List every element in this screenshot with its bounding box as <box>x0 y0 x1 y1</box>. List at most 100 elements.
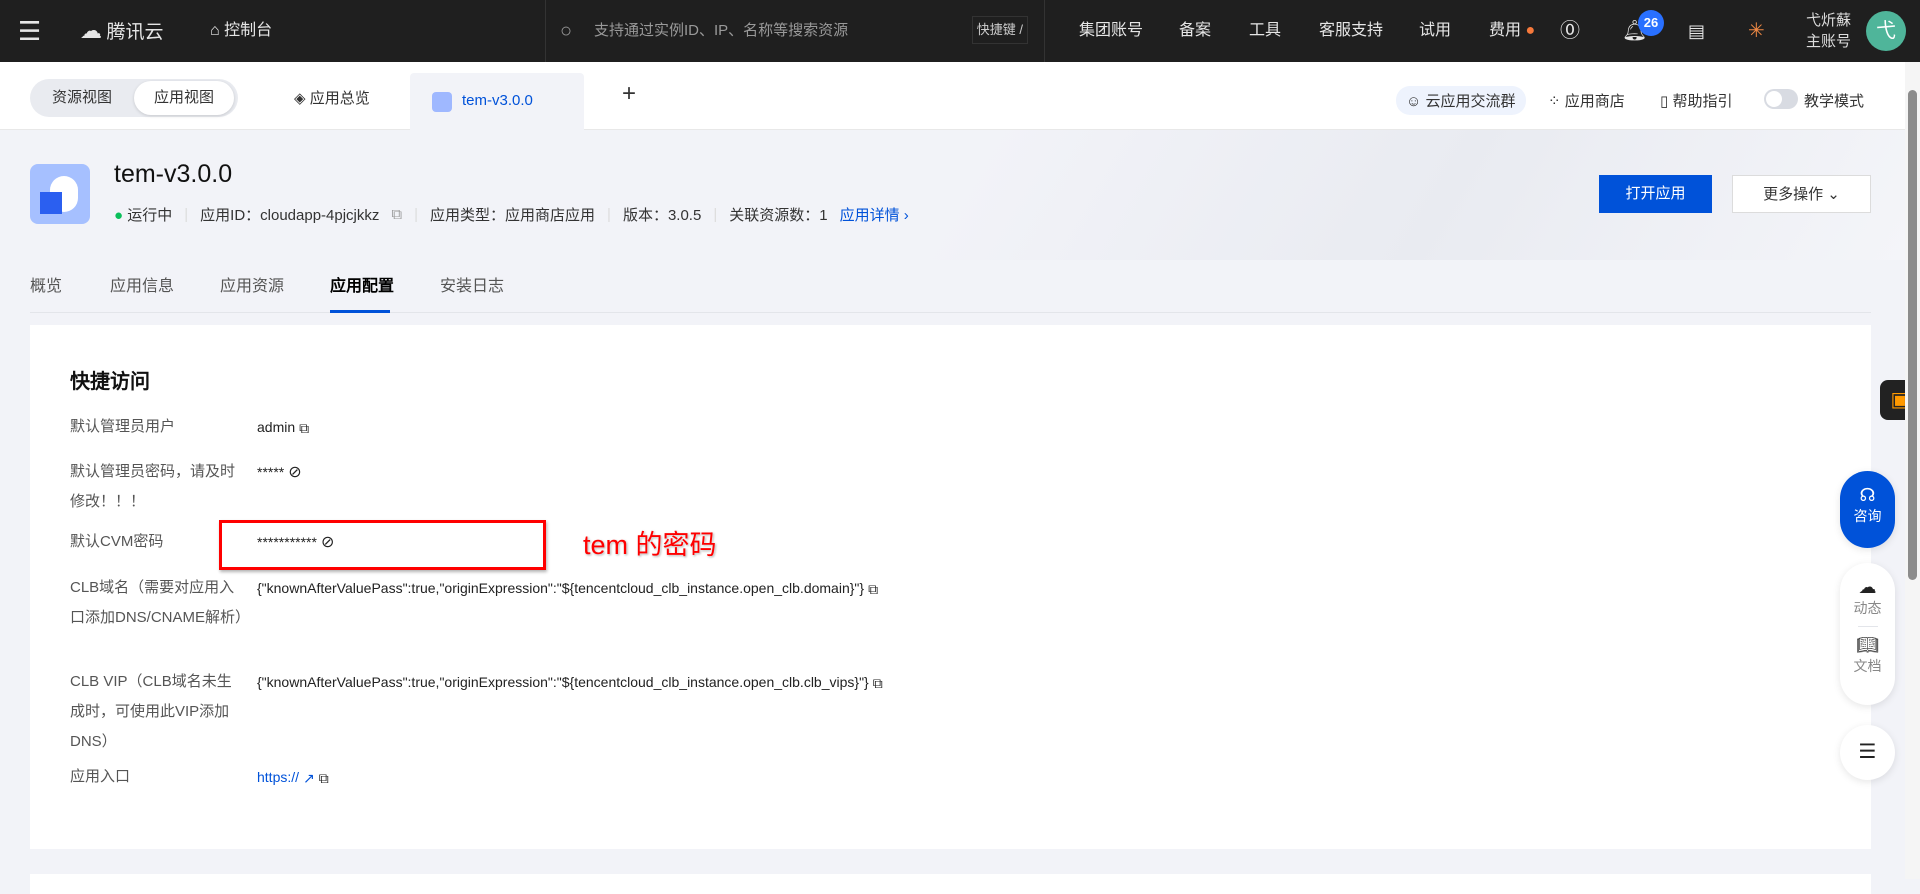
status-label: 运行中 <box>127 207 173 224</box>
app-entry-link[interactable]: https:// <box>257 769 299 785</box>
link-label: 帮助指引 <box>1672 93 1733 110</box>
copy-icon[interactable]: ⧉ <box>391 206 402 223</box>
nav-icp[interactable]: 备案 <box>1179 0 1211 62</box>
search-input[interactable]: 支持通过实例ID、IP、名称等搜索资源 <box>594 0 848 62</box>
ticket-icon[interactable]: ▤ <box>1688 0 1705 62</box>
copy-icon[interactable]: ⧉ <box>319 763 329 793</box>
top-navbar: ☰ ☁ 腾讯云 ⌂ 控制台 ○ 支持通过实例ID、IP、名称等搜索资源 快捷键 … <box>0 0 1920 62</box>
tab-label: 应用总览 <box>309 90 370 107</box>
docs-label: 文档 <box>1853 658 1882 674</box>
open-app-button[interactable]: 打开应用 <box>1599 175 1712 213</box>
nav-billing[interactable]: 费用 ● <box>1489 0 1535 62</box>
resource-count: 关联资源数：1 <box>729 207 828 224</box>
tab-app-overview[interactable]: ◈ 应用总览 <box>294 87 370 108</box>
tab-app-config[interactable]: 应用配置 <box>330 272 394 296</box>
community-link[interactable]: ☺ 云应用交流群 <box>1396 86 1526 115</box>
field-label: CLB VIP（CLB域名未生成时，可使用此VIP添加DNS） <box>70 673 232 750</box>
nav-support[interactable]: 客服支持 <box>1319 0 1383 62</box>
consult-label: 咨询 <box>1853 508 1882 524</box>
copy-icon[interactable]: ⧉ <box>868 574 878 604</box>
app-meta: ● 运行中 | 应用ID：cloudapp-4pjcjkkz ⧉ | 应用类型：应… <box>114 204 909 225</box>
nav-group-account[interactable]: 集团账号 <box>1079 0 1143 62</box>
cloud-logo-icon: ☁ <box>80 18 102 43</box>
field-value: ***** ⊘ <box>257 457 302 488</box>
console-link[interactable]: ⌂ 控制台 <box>210 0 272 62</box>
link-label: 应用商店 <box>1564 93 1625 110</box>
app-logo <box>30 164 90 224</box>
running-icon: ● <box>114 207 124 224</box>
cloud-bell-icon: ☁ <box>1858 577 1877 597</box>
user-info[interactable]: 弋炘蘇 主账号 <box>1806 10 1851 52</box>
tab-app-info[interactable]: 应用信息 <box>110 272 174 296</box>
news-label: 动态 <box>1853 600 1882 616</box>
brand-name: 腾讯云 <box>106 22 164 43</box>
app-id: 应用ID：cloudapp-4pjcjkkz <box>200 207 380 224</box>
help-link[interactable]: ▯ 帮助指引 <box>1660 90 1732 111</box>
coin-icon[interactable]: ⓪ <box>1560 0 1580 62</box>
next-card <box>30 874 1871 894</box>
dot-icon: ● <box>1521 22 1536 39</box>
tab-install-log[interactable]: 安装日志 <box>440 272 504 296</box>
ai-icon[interactable]: ✳ <box>1748 0 1765 62</box>
view-resource-button[interactable]: 资源视图 <box>52 79 112 117</box>
scrollbar[interactable] <box>1905 62 1920 879</box>
menu-icon[interactable]: ☰ <box>18 0 41 62</box>
doc-icon: ▯ <box>1660 93 1669 110</box>
clb-vip-value: {"knownAfterValuePass":true,"originExpre… <box>257 674 869 690</box>
copy-icon[interactable]: ⧉ <box>299 413 309 443</box>
app-detail-link[interactable]: 应用详情 › <box>840 204 909 225</box>
search-icon: ○ <box>560 20 573 42</box>
field-label: 默认管理员密码，请及时修改！！！ <box>70 463 236 510</box>
admin-password-value: ***** <box>257 464 285 480</box>
nav-tools[interactable]: 工具 <box>1249 0 1281 62</box>
copy-icon[interactable]: ⧉ <box>873 668 883 698</box>
nav-trial[interactable]: 试用 <box>1419 0 1451 62</box>
tab-overview[interactable]: 概览 <box>30 272 62 296</box>
eye-off-icon[interactable]: ⊘ <box>288 458 301 488</box>
link-label: 应用详情 <box>839 207 900 224</box>
admin-user-value: admin <box>257 419 296 435</box>
outline-toggle-icon[interactable]: ☰ <box>1840 725 1895 780</box>
button-label: 更多操作 <box>1763 186 1824 203</box>
link-label: 云应用交流群 <box>1425 93 1516 110</box>
home-icon: ⌂ <box>210 22 220 39</box>
tab-app-active[interactable]: tem-v3.0.0 <box>410 73 584 131</box>
app-version: 版本：3.0.5 <box>622 207 702 224</box>
external-link-icon[interactable]: ↗ <box>303 763 315 793</box>
float-panel: ☁ 动态 📖︎ 文档 <box>1840 563 1895 705</box>
section-title: 快捷访问 <box>70 371 150 393</box>
field-value: {"knownAfterValuePass":true,"originExpre… <box>257 667 883 698</box>
scrollbar-thumb[interactable] <box>1908 90 1917 580</box>
tutorial-toggle[interactable] <box>1764 89 1798 109</box>
console-label: 控制台 <box>224 22 273 39</box>
brand-logo[interactable]: ☁ 腾讯云 <box>80 0 163 62</box>
docs-button[interactable]: 📖︎ 文档 <box>1840 635 1895 676</box>
avatar[interactable]: 弋 <box>1866 11 1906 51</box>
tab-app-resources[interactable]: 应用资源 <box>220 272 284 296</box>
app-title: tem-v3.0.0 <box>114 160 233 188</box>
consult-button[interactable]: ☊ 咨询 <box>1840 471 1895 548</box>
clb-domain-value: {"knownAfterValuePass":true,"originExpre… <box>257 580 865 596</box>
tutorial-label: 教学模式 <box>1804 93 1865 110</box>
app-icon <box>432 92 452 112</box>
search-box[interactable]: ○ 支持通过实例ID、IP、名称等搜索资源 快捷键 / <box>545 0 1045 62</box>
view-switch: 资源视图 应用视图 <box>30 79 238 117</box>
highlight-box <box>219 520 546 570</box>
more-actions-button[interactable]: 更多操作 ⌄ <box>1732 175 1871 213</box>
field-value: admin ⧉ <box>257 412 309 443</box>
active-tab-indicator <box>330 310 390 313</box>
layers-icon: ◈ <box>294 90 306 107</box>
add-tab-icon[interactable]: + <box>622 80 636 108</box>
news-button[interactable]: ☁ 动态 <box>1840 577 1895 618</box>
headset-icon: ☊ <box>1859 485 1876 505</box>
view-app-button[interactable]: 应用视图 <box>134 81 234 115</box>
chevron-down-icon: ⌄ <box>1827 186 1840 203</box>
app-store-link[interactable]: ⁘ 应用商店 <box>1548 90 1625 111</box>
quick-access-card: 快捷访问 默认管理员用户 admin ⧉ 默认管理员密码，请及时修改！！！ ***… <box>30 325 1871 849</box>
book-icon: 📖︎ <box>1856 635 1879 655</box>
field-label: CLB域名（需要对应用入口添加DNS/CNAME解析） <box>70 579 251 626</box>
tabs-divider <box>30 312 1871 313</box>
wechat-icon: ☺ <box>1406 93 1422 110</box>
status: ● 运行中 <box>114 204 172 225</box>
user-name: 弋炘蘇 <box>1806 12 1852 29</box>
